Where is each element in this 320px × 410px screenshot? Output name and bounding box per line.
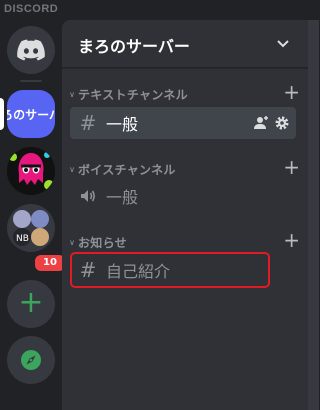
channel-text-general[interactable]: # 一般	[70, 107, 296, 139]
channel-sidebar: まろのサーバー ∨ テキストチャンネル + # 一般 ∨ ボイスチャンネル + …	[62, 20, 308, 410]
discord-logo-icon	[17, 39, 45, 61]
server-folder[interactable]: NB	[7, 204, 55, 252]
svg-text:NB: NB	[16, 234, 29, 244]
app-brand: DISCORD	[4, 3, 59, 15]
title-bar: DISCORD	[0, 0, 319, 20]
channel-name: 一般	[106, 188, 139, 207]
category-label: お知らせ	[78, 235, 127, 250]
category-label: ボイスチャンネル	[78, 162, 176, 177]
hash-icon: #	[79, 111, 97, 135]
add-member-icon[interactable]	[253, 115, 269, 131]
category-text-channels[interactable]: ∨ テキストチャンネル +	[66, 82, 300, 103]
collapse-arrow-icon: ∨	[69, 237, 75, 247]
server-folder-icon: NB	[13, 210, 49, 246]
plus-icon: +	[18, 284, 44, 320]
category-label: テキストチャンネル	[78, 87, 188, 102]
explore-servers-button[interactable]	[7, 336, 55, 384]
server-name: まろのサーバー	[78, 37, 190, 56]
create-channel-button[interactable]: +	[283, 157, 300, 177]
server-icon-maro[interactable]: ろのサーバ	[7, 90, 55, 138]
home-button[interactable]	[7, 26, 55, 74]
create-channel-button[interactable]: +	[283, 82, 300, 102]
speaker-icon	[78, 186, 98, 206]
chevron-down-icon	[277, 40, 289, 48]
add-server-button[interactable]: +	[7, 280, 55, 328]
server-icon-label: ろのサーバ	[7, 107, 55, 122]
rail-separator	[20, 80, 42, 82]
highlight-box	[70, 252, 270, 288]
collapse-arrow-icon: ∨	[69, 89, 75, 99]
compass-icon	[21, 350, 41, 370]
server-icon-splatoon[interactable]	[7, 147, 55, 195]
collapse-arrow-icon: ∨	[69, 164, 75, 174]
active-server-indicator	[0, 98, 4, 130]
chat-area-edge	[308, 20, 319, 410]
channel-name: 一般	[106, 115, 139, 134]
channel-voice-general[interactable]: 一般	[70, 180, 296, 212]
create-channel-button[interactable]: +	[283, 230, 300, 250]
server-rail: ろのサーバ NB 10 +	[0, 20, 68, 410]
squid-avatar-icon	[7, 147, 55, 195]
gear-icon[interactable]	[274, 115, 290, 131]
server-header[interactable]: まろのサーバー	[62, 20, 308, 68]
category-voice-channels[interactable]: ∨ ボイスチャンネル +	[66, 157, 300, 178]
category-announcements[interactable]: ∨ お知らせ +	[66, 230, 300, 251]
channel-tools	[253, 115, 290, 131]
